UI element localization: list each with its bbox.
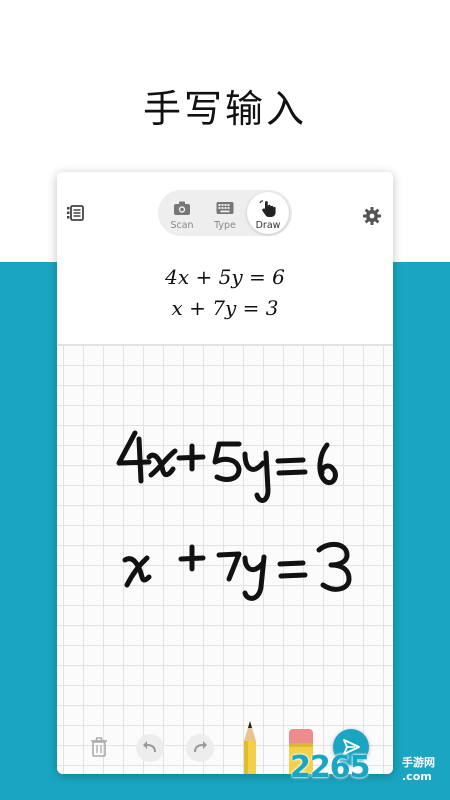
hw-letter-y xyxy=(242,450,271,503)
mode-draw-button[interactable]: Draw xyxy=(247,192,289,234)
hw-digit-3 xyxy=(316,541,352,592)
equation-line-1: 4x + 5y = 6 xyxy=(165,265,285,289)
hw-letter-x-2 xyxy=(122,555,152,588)
keyboard-icon xyxy=(216,202,234,214)
hw-letter-y-2 xyxy=(242,554,267,601)
site-watermark: 2265 手游网 .com xyxy=(290,748,450,794)
hw-plus xyxy=(176,443,206,472)
pencil-icon[interactable] xyxy=(238,719,262,774)
camera-icon xyxy=(174,201,190,215)
app-card: Scan Type Draw 4x + 5y = 6 x + 7y = 3 xyxy=(57,172,393,774)
hw-plus-2 xyxy=(178,544,206,572)
hw-equals-2 xyxy=(277,560,308,579)
handwritten-equations xyxy=(116,430,352,601)
hw-digit-4 xyxy=(116,430,152,484)
card-header: Scan Type Draw 4x + 5y = 6 x + 7y = 3 xyxy=(57,172,393,345)
redo-button[interactable] xyxy=(186,734,214,762)
hw-letter-x xyxy=(146,448,178,478)
mode-type-label: Type xyxy=(214,220,236,231)
undo-icon xyxy=(143,741,156,753)
hw-digit-5 xyxy=(212,441,242,482)
hw-digit-7 xyxy=(216,551,242,582)
watermark-cn-text: 手游网 xyxy=(402,756,435,769)
mode-scan-label: Scan xyxy=(170,220,194,231)
list-icon[interactable] xyxy=(67,205,85,221)
watermark-domain: .com xyxy=(402,770,432,783)
mode-scan-button[interactable]: Scan xyxy=(161,192,203,234)
drawing-canvas[interactable] xyxy=(57,345,393,774)
promo-headline: 手写输入 xyxy=(142,87,307,131)
hw-digit-6 xyxy=(317,442,338,485)
equation-line-2: x + 7y = 3 xyxy=(171,296,279,320)
watermark-number: 2265 xyxy=(290,750,370,785)
input-mode-switch: Scan Type Draw xyxy=(158,190,292,236)
trash-icon[interactable] xyxy=(90,737,108,757)
undo-button[interactable] xyxy=(136,734,164,762)
hw-equals xyxy=(275,457,308,476)
redo-icon xyxy=(194,741,207,753)
hand-pointer-icon xyxy=(259,200,276,217)
mode-type-button[interactable]: Type xyxy=(204,192,246,234)
mode-draw-label: Draw xyxy=(255,220,281,231)
gear-icon[interactable] xyxy=(362,206,382,226)
